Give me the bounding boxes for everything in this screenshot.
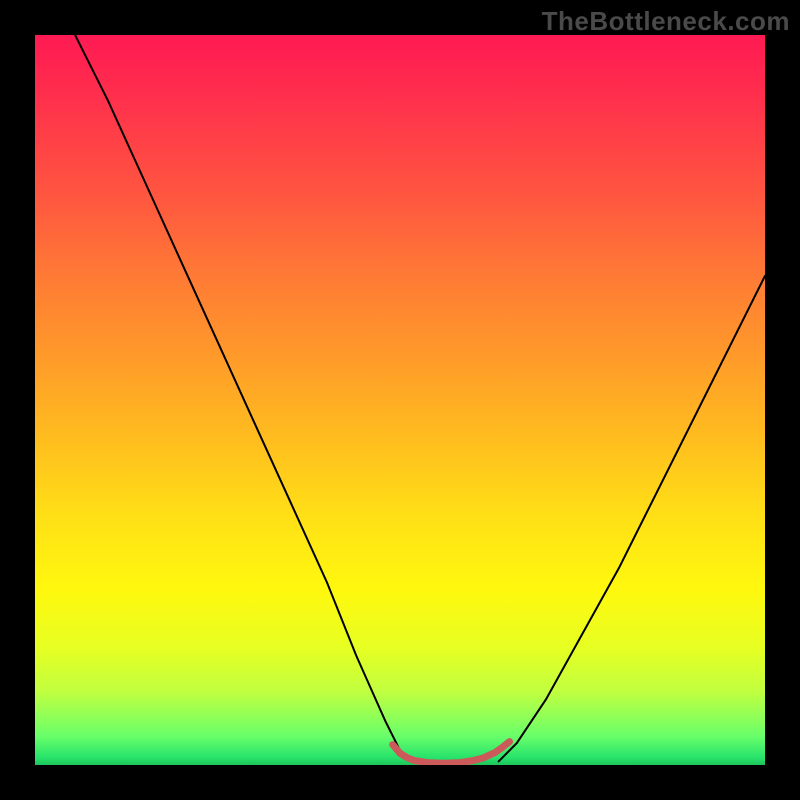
watermark-text: TheBottleneck.com [542, 6, 790, 37]
left-curve-path [75, 35, 411, 761]
plot-area [35, 35, 765, 765]
right-curve-path [499, 276, 765, 762]
bottom-arc-path [393, 742, 510, 764]
curves-svg [35, 35, 765, 765]
chart-frame: TheBottleneck.com [0, 0, 800, 800]
